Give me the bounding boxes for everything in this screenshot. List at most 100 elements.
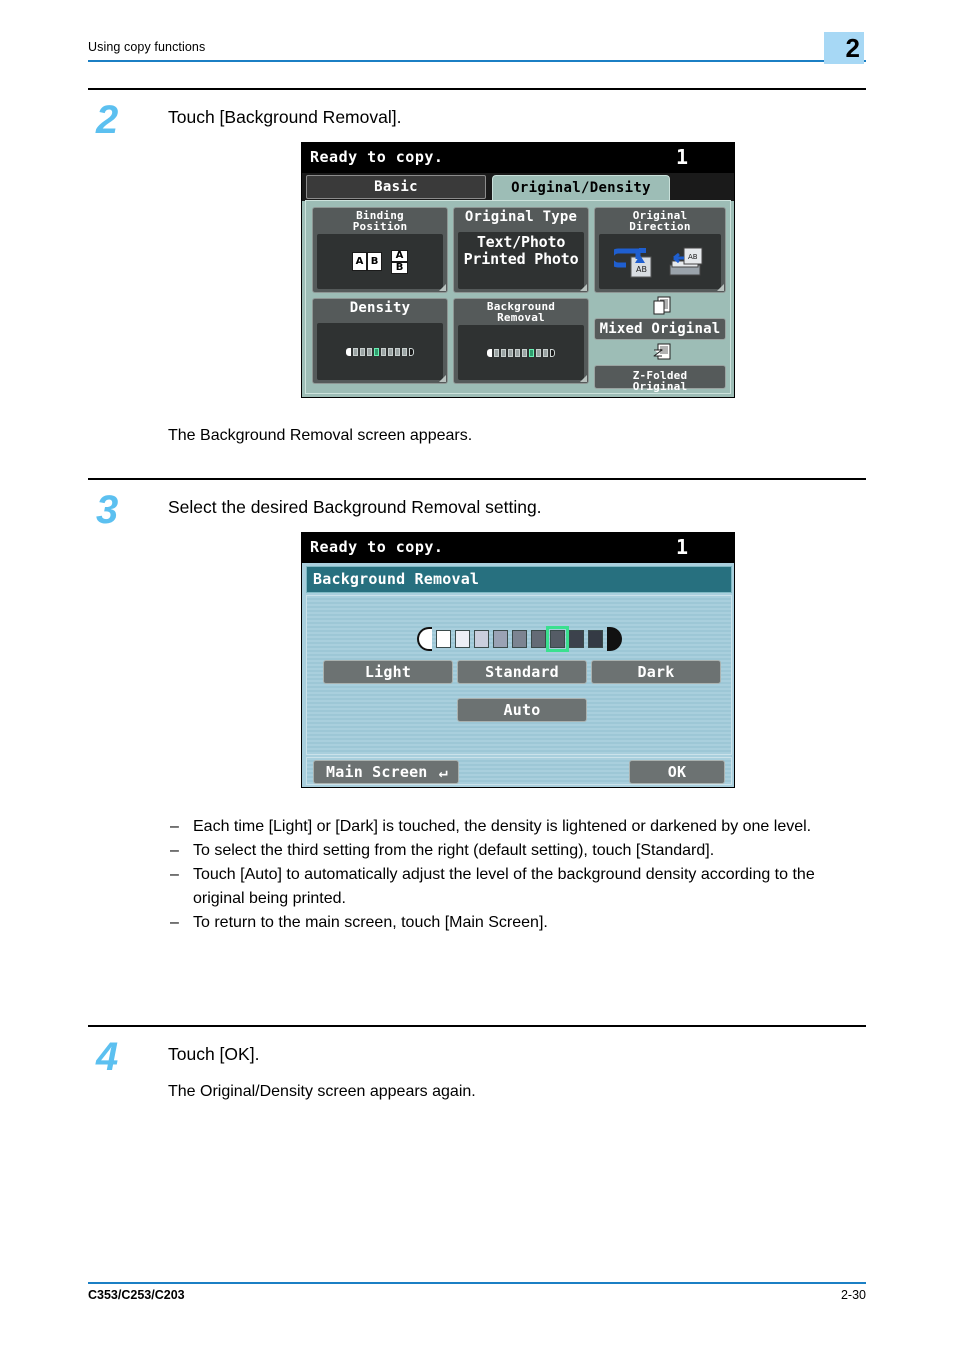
bullet-text: Touch [Auto] to automatically adjust the… bbox=[193, 866, 815, 907]
bullet-text: To return to the main screen, touch [Mai… bbox=[193, 913, 548, 931]
original-type-option-text-photo[interactable]: Text/Photo bbox=[458, 234, 584, 251]
resize-corner-icon bbox=[580, 375, 587, 382]
background-removal-scale[interactable] bbox=[458, 325, 584, 380]
bullet-dash: – bbox=[170, 866, 179, 884]
binding-position-icons: AB AB bbox=[317, 234, 443, 289]
original-direction-title: Original Direction bbox=[595, 210, 725, 232]
swatch-cap-light bbox=[416, 627, 432, 651]
swatch-cap-dark bbox=[606, 627, 622, 651]
tile-original-direction[interactable]: Original Direction AB AB bbox=[594, 207, 726, 293]
status-message: Ready to copy. bbox=[310, 538, 444, 556]
resize-corner-icon bbox=[439, 375, 446, 382]
step-divider-4 bbox=[88, 1025, 866, 1027]
button-mixed-original[interactable]: Mixed Original bbox=[594, 318, 726, 340]
density-title: Density bbox=[349, 300, 411, 316]
density-node-selected bbox=[374, 347, 379, 356]
main-screen-label: Main Screen bbox=[326, 763, 428, 781]
step-divider-3 bbox=[88, 478, 866, 480]
bg-node-selected bbox=[529, 348, 534, 357]
copy-count: 1 bbox=[675, 535, 688, 559]
swatch-8[interactable] bbox=[568, 630, 584, 648]
bullet-text: Each time [Light] or [Dark] is touched, … bbox=[193, 818, 812, 835]
background-removal-title: Background Removal bbox=[454, 301, 588, 323]
resize-corner-icon bbox=[439, 284, 446, 291]
swatch-9[interactable] bbox=[587, 630, 603, 648]
swatch-6[interactable] bbox=[530, 630, 546, 648]
original-type-options: Text/Photo Printed Photo bbox=[458, 234, 584, 268]
footer-page-number: 2-30 bbox=[840, 1288, 866, 1302]
bullet-text: To select the third setting from the rig… bbox=[193, 842, 715, 860]
bg-node bbox=[515, 348, 520, 357]
original-type-title: Original Type bbox=[464, 209, 578, 225]
density-swatch-row[interactable] bbox=[307, 624, 731, 654]
density-node bbox=[381, 347, 386, 356]
lcd-status-bar: Ready to copy. 1 bbox=[302, 143, 734, 173]
resize-corner-icon bbox=[717, 284, 724, 291]
binding-position-body: AB AB bbox=[317, 234, 443, 289]
book-open-icon: AB bbox=[352, 252, 382, 271]
lcd-screen-background-removal: Ready to copy. 1 Background Removal Ligh… bbox=[301, 532, 735, 788]
bullet-dash: – bbox=[170, 913, 179, 931]
original-type-option-printed-photo[interactable]: Printed Photo bbox=[458, 251, 584, 268]
status-message: Ready to copy. bbox=[310, 148, 444, 166]
step-result-2: The Background Removal screen appears. bbox=[168, 427, 473, 444]
page-b-label: B bbox=[367, 252, 382, 271]
swatch-5[interactable] bbox=[511, 630, 527, 648]
button-dark[interactable]: Dark bbox=[591, 660, 721, 684]
swatch-7-selected[interactable] bbox=[545, 626, 569, 652]
background-removal-screen-title: Background Removal bbox=[306, 566, 732, 593]
density-node bbox=[395, 347, 400, 356]
original-direction-body: AB AB bbox=[599, 234, 721, 289]
tab-basic[interactable]: Basic bbox=[306, 175, 486, 199]
bullet-dash: – bbox=[170, 818, 179, 835]
bg-node bbox=[494, 348, 499, 357]
step-instruction-3: Select the desired Background Removal se… bbox=[168, 497, 542, 517]
step-result-4: The Original/Density screen appears agai… bbox=[168, 1083, 476, 1100]
swatch-2[interactable] bbox=[454, 630, 470, 648]
tile-binding-position[interactable]: Binding Position AB AB bbox=[312, 207, 448, 293]
button-main-screen[interactable]: Main Screen ↵ bbox=[313, 760, 459, 784]
background-removal-content: Light Standard Dark Auto bbox=[306, 595, 732, 755]
step-instruction-2: Touch [Background Removal]. bbox=[168, 107, 402, 127]
tile-background-removal[interactable]: Background Removal bbox=[453, 298, 589, 384]
swatch-3[interactable] bbox=[473, 630, 489, 648]
density-cap-dark bbox=[409, 347, 414, 356]
background-removal-title-line2: Removal bbox=[497, 311, 545, 324]
density-node bbox=[360, 347, 365, 356]
list-item: – To return to the main screen, touch [M… bbox=[168, 911, 868, 934]
svg-text:AB: AB bbox=[688, 253, 698, 261]
density-node bbox=[367, 347, 372, 356]
return-arrow-icon: ↵ bbox=[438, 763, 448, 781]
original-direction-title-line2: Direction bbox=[629, 220, 691, 233]
swatch-4[interactable] bbox=[492, 630, 508, 648]
tab-bar: Basic Original/Density bbox=[302, 173, 734, 201]
button-ok[interactable]: OK bbox=[629, 760, 725, 784]
button-auto[interactable]: Auto bbox=[457, 698, 587, 722]
original-direction-side-icon: AB bbox=[669, 247, 703, 275]
footer-model: C353/C253/C203 bbox=[88, 1288, 185, 1302]
button-light[interactable]: Light bbox=[323, 660, 453, 684]
step-number-2: 2 bbox=[96, 98, 118, 142]
swatch-1[interactable] bbox=[435, 630, 451, 648]
z-folded-label-line2: Original bbox=[632, 380, 688, 393]
density-cap-light bbox=[346, 347, 351, 356]
button-standard[interactable]: Standard bbox=[457, 660, 587, 684]
book-stacked-icon: AB bbox=[391, 249, 408, 274]
list-item: – Each time [Light] or [Dark] is touched… bbox=[168, 815, 868, 838]
density-scale[interactable] bbox=[317, 323, 443, 380]
button-z-folded-original[interactable]: Z-Folded Original bbox=[594, 365, 726, 393]
bullet-dash: – bbox=[170, 842, 179, 860]
tile-original-type[interactable]: Original Type Text/Photo Printed Photo bbox=[453, 207, 589, 293]
tile-density[interactable]: Density bbox=[312, 298, 448, 384]
bg-node bbox=[501, 348, 506, 357]
lcd-status-bar: Ready to copy. 1 bbox=[302, 533, 734, 563]
bullet-list: – Each time [Light] or [Dark] is touched… bbox=[168, 815, 868, 935]
copy-count: 1 bbox=[675, 145, 688, 169]
original-direction-icons: AB AB bbox=[599, 234, 721, 289]
chapter-number: 2 bbox=[845, 33, 860, 63]
background-removal-footer: Main Screen ↵ OK bbox=[306, 757, 732, 785]
step-divider-2 bbox=[88, 88, 866, 90]
tab-original-density[interactable]: Original/Density bbox=[492, 175, 670, 201]
density-node bbox=[353, 347, 358, 356]
page-b2-label: B bbox=[391, 261, 408, 274]
